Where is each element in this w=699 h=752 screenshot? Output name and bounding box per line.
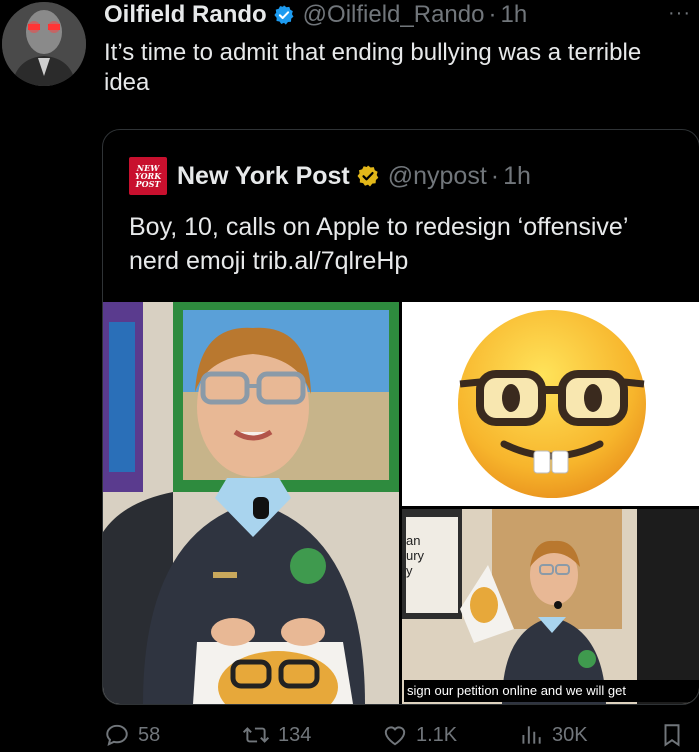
verified-badge-icon	[356, 164, 380, 188]
media-grid: an ury y sign our petition online and we…	[103, 302, 699, 704]
quoted-author-name[interactable]: New York Post	[177, 162, 350, 191]
quoted-time[interactable]: 1h	[503, 162, 531, 191]
repost-button[interactable]: 134	[242, 722, 311, 748]
avatar-image	[2, 2, 86, 86]
reply-button[interactable]: 58	[104, 722, 160, 748]
bookmark-icon	[664, 724, 680, 747]
media-video-still[interactable]: an ury y sign our petition online and we…	[402, 509, 699, 704]
logo-line-3: POST	[135, 179, 161, 189]
author-handle[interactable]: @Oilfield_Rando	[303, 1, 485, 29]
like-icon	[384, 726, 406, 746]
quoted-text: Boy, 10, calls on Apple to redesign ‘off…	[129, 213, 628, 275]
action-bar: 58 134 1.1K 30K	[104, 720, 694, 752]
tweet-text: It’s time to admit that ending bullying …	[104, 39, 642, 96]
reply-count: 58	[138, 723, 161, 746]
repost-count: 134	[278, 723, 312, 746]
author-name[interactable]: Oilfield Rando	[104, 1, 267, 29]
separator: ·	[488, 1, 497, 28]
nypost-logo[interactable]: NEW YORK POST	[129, 157, 167, 195]
like-button[interactable]: 1.1K	[382, 722, 457, 748]
board-text-3: y	[406, 563, 413, 578]
more-options-icon[interactable]: ···	[668, 2, 691, 25]
author-avatar[interactable]	[2, 2, 86, 86]
quoted-handle[interactable]: @nypost	[388, 162, 487, 191]
like-count: 1.1K	[416, 723, 458, 746]
tweet-header: Oilfield Rando @Oilfield_Rando · 1h	[104, 0, 527, 30]
quoted-tweet[interactable]: NEW YORK POST New York Post @nypost · 1h…	[102, 129, 699, 705]
video-caption: sign our petition online and we will get	[404, 680, 699, 702]
media-image-nerd-emoji[interactable]	[402, 302, 699, 506]
reply-icon	[106, 724, 128, 746]
bookmark-button[interactable]	[660, 722, 692, 748]
view-count: 30K	[552, 723, 588, 746]
separator: ·	[490, 161, 500, 190]
board-text-2: ury	[406, 548, 425, 563]
views-icon	[522, 726, 541, 744]
verified-badge-icon	[273, 4, 295, 26]
tweet-time[interactable]: 1h	[500, 1, 527, 29]
repost-icon	[242, 727, 270, 743]
media-image-boy[interactable]	[103, 302, 399, 704]
quoted-header: NEW YORK POST New York Post @nypost · 1h	[129, 157, 531, 195]
views-button[interactable]: 30K	[518, 722, 588, 748]
board-text-1: an	[406, 533, 421, 548]
